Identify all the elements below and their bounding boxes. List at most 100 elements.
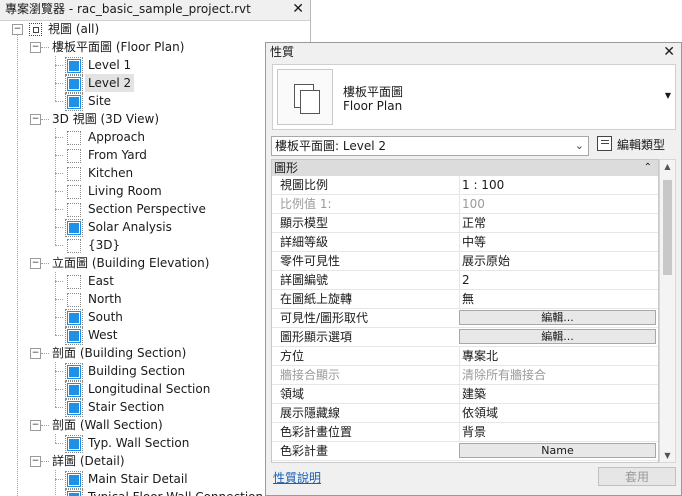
- property-value[interactable]: 中等: [459, 233, 658, 251]
- properties-title-bar[interactable]: 性質 ✕: [266, 43, 681, 63]
- tree-item-label: North: [88, 292, 122, 306]
- tree-group[interactable]: − 立面圖 (Building Elevation): [0, 254, 300, 272]
- collapse-icon[interactable]: −: [30, 42, 41, 53]
- tree-item-view[interactable]: Typ. Wall Section: [0, 434, 300, 453]
- tree-group-label: 3D 視圖 (3D View): [52, 112, 160, 126]
- tree-connector: [55, 479, 63, 480]
- tree-item-view[interactable]: Site: [0, 92, 300, 111]
- property-row[interactable]: 圖形顯示選項 編輯...: [272, 328, 658, 347]
- tree-item-view[interactable]: Stair Section: [0, 398, 300, 417]
- property-name: 領域: [280, 387, 305, 401]
- tree-item-view[interactable]: Section Perspective: [0, 200, 300, 218]
- collapse-icon[interactable]: ⌃: [644, 160, 652, 176]
- property-row[interactable]: 視圖比例 1 : 100: [272, 176, 658, 195]
- view-open-icon: [67, 149, 81, 163]
- property-row[interactable]: 方位 專案北: [272, 347, 658, 366]
- property-name: 色彩計畫位置: [280, 425, 353, 439]
- tree-connector: [55, 173, 63, 174]
- apply-button[interactable]: 套用: [598, 467, 676, 486]
- collapse-icon[interactable]: −: [30, 348, 41, 359]
- instance-filter-select[interactable]: 樓板平面圖: Level 2 ⌄: [271, 136, 589, 156]
- tree-item-view[interactable]: From Yard: [0, 146, 300, 164]
- property-row[interactable]: 領域 建築: [272, 385, 658, 404]
- property-row[interactable]: 色彩計畫 Name: [272, 442, 658, 461]
- dropdown-arrow-icon[interactable]: ▼: [665, 91, 671, 100]
- property-row[interactable]: 可見性/圖形取代 編輯...: [272, 309, 658, 328]
- collapse-icon[interactable]: −: [30, 456, 41, 467]
- tree-item-view[interactable]: {3D}: [0, 236, 300, 254]
- tree-root[interactable]: − 視圖 (all): [0, 20, 300, 38]
- tree-item-view[interactable]: Main Stair Detail: [0, 470, 300, 489]
- property-edit-button[interactable]: 編輯...: [459, 462, 656, 463]
- tree-connector: [55, 371, 63, 372]
- close-icon[interactable]: ✕: [663, 43, 675, 62]
- tree-item-view[interactable]: Typical Floor Wall Connection: [0, 488, 300, 496]
- property-edit-button[interactable]: Name: [459, 443, 656, 458]
- property-value[interactable]: 建築: [459, 385, 658, 403]
- tree-item-view[interactable]: Solar Analysis: [0, 218, 300, 237]
- tree-group[interactable]: − 詳圖 (Detail): [0, 452, 300, 470]
- collapse-icon[interactable]: −: [30, 258, 41, 269]
- tree-item-view[interactable]: Longitudinal Section: [0, 380, 300, 399]
- tree-item-view[interactable]: Living Room: [0, 182, 300, 200]
- project-browser-title-bar[interactable]: 專案瀏覽器 - rac_basic_sample_project.rvt ✕: [0, 0, 310, 21]
- property-value[interactable]: 專案北: [459, 347, 658, 365]
- property-row[interactable]: 系統色彩計畫編輯...: [272, 461, 658, 463]
- collapse-icon[interactable]: −: [30, 114, 41, 125]
- scroll-down-icon[interactable]: ▼: [660, 451, 675, 460]
- collapse-icon[interactable]: −: [30, 420, 41, 431]
- property-value[interactable]: 展示原始: [459, 252, 658, 270]
- tree-item-view[interactable]: Building Section: [0, 362, 300, 381]
- tree-group[interactable]: − 剖面 (Building Section): [0, 344, 300, 362]
- tree-item-label: South: [88, 310, 123, 324]
- properties-scrollbar[interactable]: ▲ ▼: [659, 159, 676, 463]
- type-selector[interactable]: 樓板平面圖 Floor Plan ▼: [272, 64, 676, 130]
- tree-connector: [41, 263, 49, 264]
- property-row[interactable]: 顯示模型 正常: [272, 214, 658, 233]
- property-row[interactable]: 在圖紙上旋轉 無: [272, 290, 658, 309]
- property-value[interactable]: 2: [459, 271, 658, 289]
- property-value[interactable]: 依領域: [459, 404, 658, 422]
- tree-item-view[interactable]: Level 1: [0, 56, 300, 75]
- properties-panel: 性質 ✕ 樓板平面圖 Floor Plan ▼ 樓板平面圖: Level 2 ⌄…: [265, 42, 682, 496]
- property-row[interactable]: 零件可見性 展示原始: [272, 252, 658, 271]
- properties-help-link[interactable]: 性質說明: [273, 469, 321, 486]
- tree-group[interactable]: − 樓板平面圖 (Floor Plan): [0, 38, 300, 56]
- tree-group[interactable]: − 剖面 (Wall Section): [0, 416, 300, 434]
- group-header-graphics[interactable]: 圖形 ⌃: [272, 160, 658, 176]
- view-open-icon: [67, 203, 81, 217]
- tree-connector: [55, 443, 63, 444]
- property-row[interactable]: 詳細等級 中等: [272, 233, 658, 252]
- view-open-icon: [65, 219, 83, 237]
- property-name: 系統色彩計畫: [280, 461, 454, 462]
- tree-item-view[interactable]: Kitchen: [0, 164, 300, 182]
- property-name: 視圖比例: [280, 178, 329, 192]
- edit-type-button[interactable]: 編輯類型: [597, 136, 665, 156]
- property-value[interactable]: 背景: [459, 423, 658, 441]
- property-value[interactable]: 正常: [459, 214, 658, 232]
- close-icon[interactable]: ✕: [292, 0, 304, 19]
- tree-item-view[interactable]: North: [0, 290, 300, 308]
- scroll-thumb[interactable]: [663, 180, 672, 275]
- tree-item-view[interactable]: South: [0, 308, 300, 327]
- property-row[interactable]: 色彩計畫位置 背景: [272, 423, 658, 442]
- scroll-up-icon[interactable]: ▲: [660, 162, 675, 171]
- tree-item-view[interactable]: East: [0, 272, 300, 290]
- property-name: 詳細等級: [280, 235, 329, 249]
- property-row[interactable]: 展示隱藏線 依領域: [272, 404, 658, 423]
- view-open-icon: [67, 275, 81, 289]
- tree-connector: [55, 272, 56, 335]
- property-edit-button[interactable]: 編輯...: [459, 329, 656, 344]
- type-name: Floor Plan: [343, 99, 403, 113]
- property-row[interactable]: 詳圖編號 2: [272, 271, 658, 290]
- view-open-icon: [65, 471, 83, 489]
- view-open-icon: [65, 363, 83, 381]
- property-value[interactable]: 無: [459, 290, 658, 308]
- tree-item-view[interactable]: West: [0, 326, 300, 345]
- tree-item-view[interactable]: Level 2: [0, 74, 300, 93]
- property-edit-button[interactable]: 編輯...: [459, 310, 656, 325]
- property-value[interactable]: 1 : 100: [459, 176, 658, 194]
- tree-item-label: East: [88, 274, 114, 288]
- tree-item-view[interactable]: Approach: [0, 128, 300, 146]
- tree-group[interactable]: −3D 視圖 (3D View): [0, 110, 300, 128]
